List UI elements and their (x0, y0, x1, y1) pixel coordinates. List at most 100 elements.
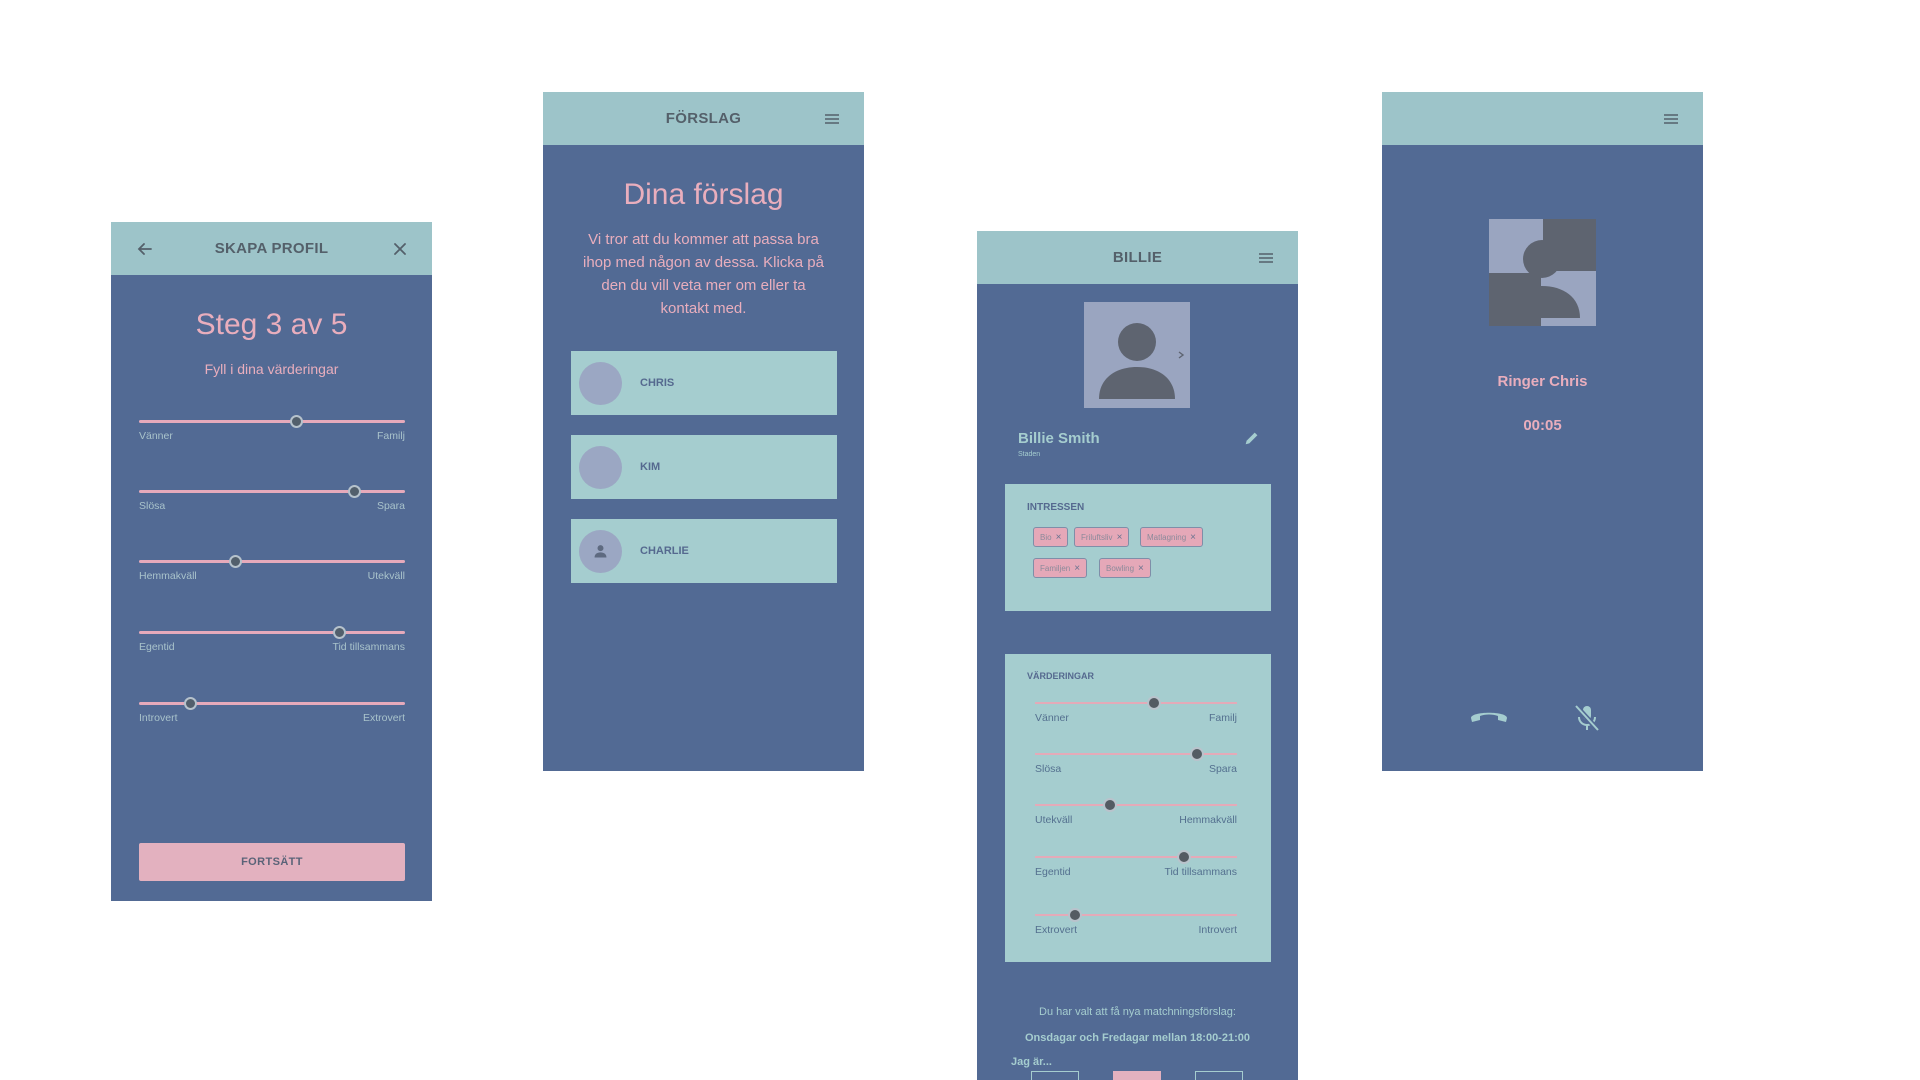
hamburger-menu-icon[interactable] (1661, 109, 1681, 129)
slider-track[interactable] (139, 631, 405, 634)
slider-right-label: Extrovert (362, 712, 405, 724)
slider-thumb[interactable] (332, 626, 346, 639)
interest-chip[interactable]: Matlagning × (1140, 527, 1203, 547)
interest-chip[interactable]: Bowling × (1099, 558, 1151, 578)
hamburger-menu-icon[interactable] (1256, 248, 1276, 268)
option-box-selected[interactable] (1113, 1071, 1161, 1080)
profile-name: Billie Smith (1018, 430, 1100, 447)
interest-chip[interactable]: Familjen × (1033, 558, 1088, 578)
slider-thumb[interactable] (1189, 747, 1204, 761)
slider-track[interactable] (139, 490, 405, 493)
slider-thumb[interactable] (1102, 798, 1117, 812)
slider-track[interactable] (1035, 914, 1237, 916)
chip-label: Bowling (1106, 563, 1135, 573)
values-slider[interactable]: Utekväll Hemmakväll (1035, 797, 1237, 829)
slider-track[interactable] (139, 560, 405, 563)
i-am-label: Jag är... (1011, 1056, 1052, 1068)
suggestions-heading: Dina förslag (623, 178, 784, 211)
values-slider[interactable]: Introvert Extrovert (139, 693, 405, 724)
slider-track[interactable] (139, 420, 405, 423)
slider-thumb[interactable] (348, 485, 362, 498)
remove-icon[interactable]: × (1190, 532, 1196, 543)
top-bar: FÖRSLAG (543, 92, 864, 145)
schedule-text: Du har valt att få nya matchningsförslag… (1039, 1006, 1236, 1018)
slider-right-label: Tid tillsammans (332, 641, 405, 653)
top-bar: SKAPA PROFIL (111, 222, 432, 275)
suggestion-card[interactable]: CHRIS (571, 351, 837, 415)
chip-label: Familjen (1040, 563, 1071, 573)
slider-track[interactable] (1035, 753, 1237, 755)
values-slider[interactable]: Egentid Tid tillsammans (139, 622, 405, 653)
slider-thumb[interactable] (1068, 908, 1083, 922)
slider-left-label: Slösa (139, 500, 166, 512)
values-slider[interactable]: Extrovert Introvert (1035, 907, 1237, 939)
edit-pencil-icon[interactable] (1243, 429, 1261, 447)
remove-icon[interactable]: × (1074, 563, 1080, 574)
interests-title: INTRESSEN (1027, 502, 1085, 513)
mute-microphone-icon[interactable] (1571, 702, 1603, 734)
slider-left-label: Vänner (139, 430, 173, 442)
step-heading: Steg 3 av 5 (195, 308, 348, 341)
slider-thumb[interactable] (1177, 850, 1192, 864)
option-box[interactable] (1031, 1071, 1079, 1080)
person-silhouette-icon (1099, 323, 1175, 399)
values-slider[interactable]: Hemmakväll Utekväll (139, 551, 405, 582)
slider-right-label: Spara (1208, 763, 1237, 775)
chip-label: Bio (1040, 532, 1052, 542)
suggestion-name: KIM (640, 461, 661, 473)
interest-chip[interactable]: Friluftsliv × (1074, 527, 1130, 547)
slider-left-label: Egentid (139, 641, 175, 653)
hang-up-icon[interactable] (1469, 704, 1509, 724)
suggestions-screen: FÖRSLAG Dina förslag Vi tror att du komm… (543, 92, 864, 771)
slider-right-label: Spara (376, 500, 405, 512)
call-screen: Ringer Chris 00:05 (1382, 92, 1703, 771)
slider-track[interactable] (1035, 702, 1237, 704)
screen-title: BILLIE (1112, 249, 1163, 266)
person-silhouette-icon (1489, 219, 1596, 326)
option-box[interactable] (1195, 1071, 1243, 1080)
top-bar (1382, 92, 1703, 145)
slider-left-label: Egentid (1035, 866, 1071, 878)
slider-track[interactable] (1035, 856, 1237, 858)
chip-label: Matlagning (1147, 532, 1187, 542)
slider-track[interactable] (139, 702, 405, 705)
suggestion-card[interactable]: CHARLIE (571, 519, 837, 583)
interest-chip[interactable]: Bio × (1033, 527, 1069, 547)
remove-icon[interactable]: × (1117, 532, 1123, 543)
suggestion-name: CHRIS (640, 377, 675, 389)
remove-icon[interactable]: × (1138, 563, 1144, 574)
values-slider[interactable]: Vänner Familj (1035, 695, 1237, 727)
remove-icon[interactable]: × (1056, 532, 1062, 543)
hamburger-menu-icon[interactable] (822, 109, 842, 129)
schedule-value: Onsdagar och Fredagar mellan 18:00-21:00 (1025, 1032, 1250, 1044)
back-arrow-icon[interactable] (135, 239, 155, 259)
call-timer: 00:05 (1523, 417, 1562, 434)
slider-right-label: Tid tillsammans (1164, 866, 1237, 878)
values-slider[interactable]: Vänner Familj (139, 411, 405, 442)
values-slider[interactable]: Slösa Spara (1035, 746, 1237, 778)
slider-thumb[interactable] (289, 415, 303, 428)
slider-left-label: Utekväll (1035, 814, 1073, 826)
slider-left-label: Introvert (139, 712, 178, 724)
chevron-right-icon[interactable] (1176, 350, 1186, 360)
profile-screen: BILLIE Billie Smith Staden INTRESSEN Bio… (977, 231, 1298, 1080)
values-slider[interactable]: Slösa Spara (139, 481, 405, 512)
screen-title: FÖRSLAG (665, 110, 742, 127)
caller-photo (1489, 219, 1596, 326)
values-slider[interactable]: Egentid Tid tillsammans (1035, 849, 1237, 881)
slider-right-label: Utekväll (367, 570, 405, 582)
slider-track[interactable] (1035, 804, 1237, 806)
screen-title: SKAPA PROFIL (214, 240, 329, 257)
slider-thumb[interactable] (228, 555, 242, 568)
slider-right-label: Familj (1209, 712, 1237, 724)
suggestions-intro: Vi tror att du kommer att passa bra ihop… (583, 231, 824, 317)
values-title: VÄRDERINGAR (1027, 671, 1095, 681)
continue-button[interactable]: FORTSÄTT (139, 843, 405, 881)
close-icon[interactable] (390, 239, 410, 259)
slider-right-label: Familj (377, 430, 405, 442)
suggestion-card[interactable]: KIM (571, 435, 837, 499)
slider-thumb[interactable] (183, 697, 197, 710)
suggestion-name: CHARLIE (640, 545, 689, 557)
slider-thumb[interactable] (1147, 696, 1162, 710)
profile-photo[interactable] (1084, 302, 1190, 408)
